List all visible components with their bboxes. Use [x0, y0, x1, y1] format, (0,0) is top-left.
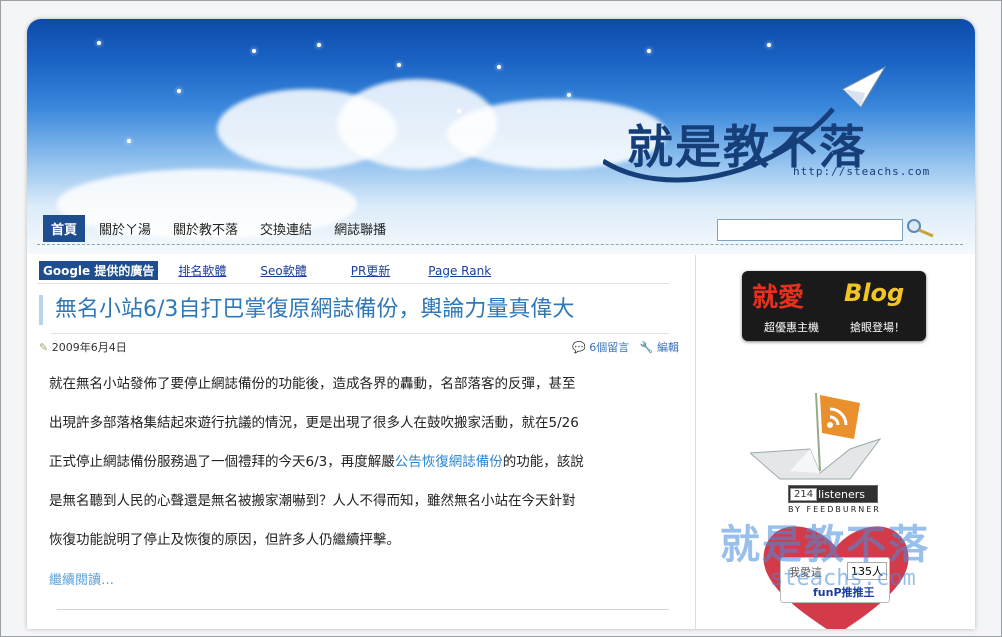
- feed-count: 214: [790, 487, 818, 501]
- ad-link-seo-software[interactable]: Seo軟體: [260, 262, 306, 279]
- header-divider: [37, 244, 963, 245]
- comment-icon: 💬: [572, 341, 586, 354]
- banner-heading: 就愛: [752, 283, 805, 313]
- main-nav: 首頁 關於ㄚ湯 關於教不落 交換連結 網誌聯播: [43, 215, 400, 242]
- banner-blog-text: Blog: [844, 279, 905, 307]
- star-decoration: [127, 139, 131, 143]
- pencil-icon: ✎: [39, 341, 49, 354]
- rss-paper-boat-icon[interactable]: [750, 373, 890, 483]
- star-decoration: [457, 109, 461, 113]
- post-paragraph-line: 出現許多部落格集結起來遊行抗議的情況，更是出現了很多人在鼓吹搬家活動，就在5/2…: [49, 415, 579, 431]
- star-decoration: [567, 93, 571, 97]
- search-input[interactable]: [717, 219, 903, 241]
- post-title[interactable]: 無名小站6/3自打巴掌復原網誌備份，輿論力量真偉大: [39, 295, 574, 325]
- post-date-text: 2009年6月4日: [51, 341, 127, 354]
- nav-item-about-site[interactable]: 關於教不落: [165, 215, 246, 242]
- post-actions: 💬 6個留言 🔧 編輯: [572, 339, 679, 355]
- ad-links-bar: Google 提供的廣告 排名軟體 Seo軟體 PR更新 Page Rank: [39, 261, 491, 280]
- post-text: 的功能，該說: [502, 454, 584, 470]
- ad-label: Google 提供的廣告: [39, 261, 159, 280]
- feed-label: listeners: [818, 487, 866, 501]
- feedburner-counter[interactable]: 214 listeners: [788, 485, 878, 503]
- site-url: http://steachs.com: [793, 165, 931, 178]
- ad-link-page-rank[interactable]: Page Rank: [428, 264, 491, 278]
- star-decoration: [252, 49, 256, 53]
- watermark-url: steachs.com: [770, 566, 916, 591]
- divider: [37, 283, 669, 284]
- post-text: 正式停止網誌備份服務過了一個禮拜的今天6/3，再度解嚴: [49, 454, 395, 470]
- main-content: Google 提供的廣告 排名軟體 Seo軟體 PR更新 Page Rank 無…: [37, 255, 692, 629]
- banner-subtext: 搶眼登場！: [850, 321, 905, 334]
- wrench-icon: 🔧: [639, 341, 654, 354]
- post-paragraph-line: 是無名聽到人民的心聲還是無名被搬家潮嚇到？人人不得而知，雖然無名小站在今天針對: [49, 493, 576, 509]
- divider: [51, 333, 669, 334]
- watermark-logo: 就是教不落: [720, 521, 930, 568]
- star-decoration: [397, 63, 401, 67]
- post-paragraph-line: 就在無名小站發佈了要停止網誌備份的功能後，造成各界的轟動，名部落客的反彈，甚至: [49, 376, 576, 392]
- banner-subtext: 超優惠主機: [764, 321, 819, 334]
- post-body: 就在無名小站發佈了要停止網誌備份的功能後，造成各界的轟動，名部落客的反彈，甚至 …: [49, 365, 669, 560]
- divider: [57, 609, 669, 610]
- star-decoration: [497, 65, 501, 69]
- star-decoration: [177, 89, 181, 93]
- post-paragraph-line: 正式停止網誌備份服務過了一個禮拜的今天6/3，再度解嚴公告恢復網誌備份的功能，該…: [49, 443, 669, 482]
- post-paragraph-line: 恢復功能說明了停止及恢復的原因，但許多人仍繼續抨擊。: [49, 532, 400, 548]
- star-decoration: [97, 41, 101, 45]
- star-decoration: [317, 43, 321, 47]
- nav-item-syndication[interactable]: 網誌聯播: [326, 215, 394, 242]
- comments-link[interactable]: 6個留言: [589, 341, 629, 354]
- ad-link-ranking-software[interactable]: 排名軟體: [178, 262, 226, 279]
- search-icon[interactable]: [905, 217, 937, 239]
- nav-item-link-exchange[interactable]: 交換連結: [252, 215, 320, 242]
- ad-link-pr-update[interactable]: PR更新: [351, 262, 391, 279]
- post-date: ✎ 2009年6月4日: [39, 339, 127, 355]
- nav-item-home[interactable]: 首頁: [43, 215, 86, 242]
- header-banner: 就是教不落 http://steachs.com 首頁 關於ㄚ湯 關於教不落 交…: [27, 19, 975, 254]
- sidebar-ad-banner[interactable]: 就愛 Blog 超優惠主機 搶眼登場！: [742, 271, 926, 341]
- read-more-link[interactable]: 繼續閱讀…: [49, 569, 114, 588]
- nav-item-about-tang[interactable]: 關於ㄚ湯: [91, 215, 159, 242]
- star-decoration: [767, 43, 771, 47]
- edit-link[interactable]: 編輯: [657, 341, 679, 354]
- restore-backup-link[interactable]: 公告恢復網誌備份: [395, 454, 503, 470]
